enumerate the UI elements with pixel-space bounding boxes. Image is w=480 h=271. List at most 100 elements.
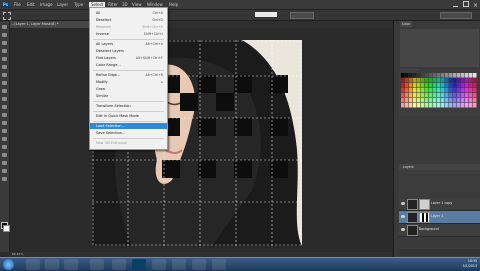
menu-item[interactable]: Deselect Layers	[90, 48, 167, 54]
healing-tool-icon[interactable]	[2, 73, 7, 77]
zoom-level[interactable]: 66.67%	[12, 252, 23, 256]
tab-layers[interactable]: Layers	[401, 164, 416, 170]
gradient-tool-icon[interactable]	[2, 113, 7, 117]
close-icon[interactable]: ×	[473, 3, 478, 9]
hand-tool-icon[interactable]	[2, 169, 7, 173]
menu-item[interactable]: Find Layers Alt+Shift+Ctrl+F	[90, 55, 167, 61]
menu-help[interactable]: Help	[169, 2, 178, 7]
layer-name: Background	[419, 227, 439, 231]
taskbar-app-icon[interactable]	[112, 259, 126, 270]
taskbar-media-icon[interactable]	[64, 259, 78, 270]
layer-mask-thumbnail[interactable]	[419, 199, 430, 210]
workspace-switcher[interactable]	[440, 12, 472, 19]
color-swatch	[417, 88, 421, 93]
menu-item[interactable]: Edit in Quick Mask Mode	[90, 113, 167, 119]
menu-edit[interactable]: Edit	[27, 2, 35, 7]
color-swatch	[457, 73, 461, 78]
color-swatch	[409, 98, 413, 103]
option-field[interactable]	[255, 12, 277, 17]
taskbar-photoshop-icon[interactable]	[132, 259, 146, 270]
eraser-tool-icon[interactable]	[2, 105, 7, 109]
taskbar-app-icon[interactable]	[152, 259, 166, 270]
eyedropper-tool-icon[interactable]	[2, 65, 7, 69]
color-swatch	[469, 78, 473, 83]
color-swatch	[413, 83, 417, 88]
start-button[interactable]	[3, 259, 14, 270]
minimize-icon[interactable]	[453, 6, 459, 7]
layer-row[interactable]: Layer 1 copy	[399, 198, 480, 211]
path-select-tool-icon[interactable]	[2, 153, 7, 157]
eye-icon[interactable]	[401, 215, 405, 218]
menu-item[interactable]: Modify ▸	[90, 79, 167, 85]
color-swatch	[433, 83, 437, 88]
menu-layer[interactable]: Layer	[57, 2, 68, 7]
color-swatch	[445, 98, 449, 103]
marquee-tool-icon[interactable]	[3, 12, 11, 20]
menu-item-shortcut: ▸	[161, 79, 163, 84]
move-tool-icon[interactable]	[2, 25, 7, 29]
menu-file[interactable]: File	[14, 2, 21, 7]
color-swatch	[401, 98, 405, 103]
taskbar-app-icon[interactable]	[172, 259, 186, 270]
taskbar-chrome-icon[interactable]	[90, 259, 104, 270]
color-swatch	[441, 83, 445, 88]
color-swatch	[465, 78, 469, 83]
layer-row[interactable]: Background	[399, 224, 480, 237]
clone-stamp-tool-icon[interactable]	[2, 89, 7, 93]
maximize-icon[interactable]	[462, 1, 469, 7]
dodge-tool-icon[interactable]	[2, 129, 7, 133]
taskbar-app-icon[interactable]	[212, 259, 226, 270]
type-tool-icon[interactable]	[2, 145, 7, 149]
option-button[interactable]	[290, 12, 314, 19]
layer-mask-thumbnail[interactable]	[419, 212, 430, 223]
background-color-swatch[interactable]	[3, 225, 10, 232]
menu-item[interactable]: Save Selection...	[90, 130, 167, 136]
menu-item[interactable]: All Ctrl+A	[90, 10, 167, 16]
tab-color[interactable]: Color	[400, 21, 413, 27]
color-swatch	[401, 73, 405, 78]
brush-tool-icon[interactable]	[2, 81, 7, 85]
document-tab[interactable]: ...(Layer 1, Layer Mask/8) *	[9, 21, 91, 28]
tray-clock[interactable]: 10:35 5/1/2013	[463, 259, 477, 269]
color-swatch	[433, 73, 437, 78]
menu-item[interactable]: Grow	[90, 86, 167, 92]
color-swatch	[465, 83, 469, 88]
quick-select-tool-icon[interactable]	[2, 49, 7, 53]
taskbar-app-icon[interactable]	[192, 259, 206, 270]
menu-type[interactable]: Type	[74, 2, 83, 7]
color-swatch	[409, 93, 413, 98]
menu-item[interactable]: Inverse Shift+Ctrl+I	[90, 31, 167, 37]
zoom-tool-icon[interactable]	[2, 177, 7, 181]
menu-item[interactable]: Color Range...	[90, 62, 167, 68]
history-brush-tool-icon[interactable]	[2, 97, 7, 101]
menu-item[interactable]: Similar	[90, 93, 167, 99]
color-swatch	[429, 83, 433, 88]
menu-item[interactable]: Transform Selection	[90, 103, 167, 109]
marquee-tool-icon[interactable]	[2, 33, 7, 37]
color-swatch	[413, 98, 417, 103]
color-swatch	[425, 83, 429, 88]
taskbar-ie-icon[interactable]	[26, 259, 40, 270]
blur-tool-icon[interactable]	[2, 121, 7, 125]
color-swatch	[405, 78, 409, 83]
select-menu: All Ctrl+A Deselect Ctrl+D Reselect Shift+Ctr…	[89, 7, 168, 150]
lasso-tool-icon[interactable]	[2, 41, 7, 45]
crop-tool-icon[interactable]	[2, 57, 7, 61]
color-swatch	[445, 78, 449, 83]
color-swatch	[421, 98, 425, 103]
color-swatch	[429, 103, 433, 108]
menu-item[interactable]: All Layers Alt+Ctrl+A	[90, 41, 167, 47]
taskbar-explorer-icon[interactable]	[45, 259, 59, 270]
menu-item-label: All	[96, 10, 101, 15]
color-swatch	[449, 73, 453, 78]
menu-item[interactable]: Load Selection...	[90, 123, 167, 129]
menu-item[interactable]: Deselect Ctrl+D	[90, 17, 167, 23]
eye-icon[interactable]	[401, 228, 405, 231]
pen-tool-icon[interactable]	[2, 137, 7, 141]
eye-icon[interactable]	[401, 202, 405, 205]
swatch-grid[interactable]	[399, 70, 480, 116]
layer-row[interactable]: Layer 1	[399, 211, 480, 224]
menu-item[interactable]: Refine Edge... Alt+Ctrl+R	[90, 72, 167, 78]
menu-image[interactable]: Image	[40, 2, 53, 7]
shape-tool-icon[interactable]	[2, 161, 7, 165]
